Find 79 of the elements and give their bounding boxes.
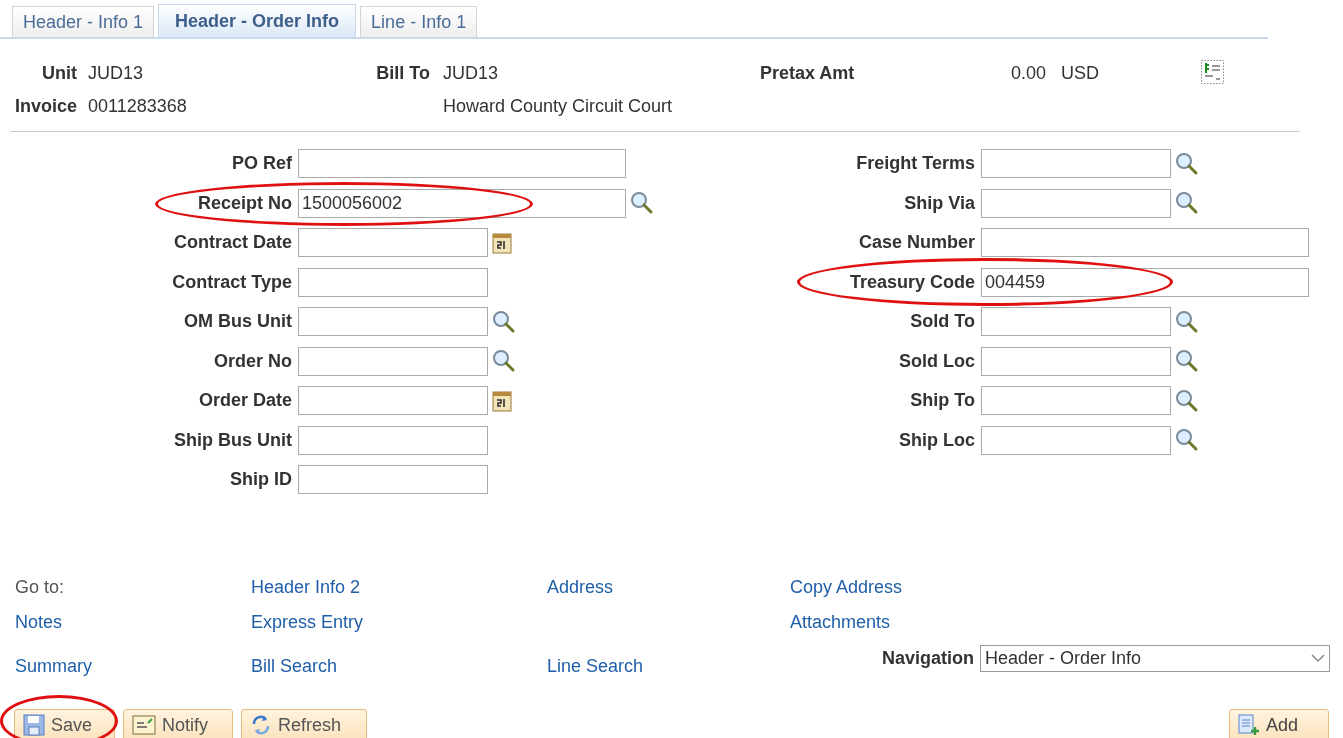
tab[interactable]: Header - Order Info xyxy=(158,4,357,37)
pricing-icon[interactable] xyxy=(1201,60,1224,84)
search-icon[interactable] xyxy=(1175,309,1199,334)
field-value: 0.00 xyxy=(1011,62,1047,85)
input-field[interactable]: 004459 xyxy=(981,267,1309,297)
save-button[interactable]: Save xyxy=(14,709,115,738)
input-field[interactable] xyxy=(981,188,1171,218)
field-label: Pretax Amt xyxy=(760,62,855,85)
notify-button[interactable]: Notify xyxy=(123,709,233,738)
input-field[interactable] xyxy=(981,425,1171,455)
search-icon[interactable] xyxy=(492,309,516,334)
field-label: Ship ID xyxy=(229,468,293,492)
input-field[interactable] xyxy=(298,425,488,455)
link[interactable]: Header Info 2 xyxy=(251,574,361,601)
link[interactable]: Bill Search xyxy=(251,653,338,680)
field-value: JUD13 xyxy=(443,62,499,85)
field-label: Ship Loc xyxy=(898,428,976,452)
field-label: Freight Terms xyxy=(855,152,976,176)
input-field[interactable] xyxy=(298,267,488,297)
field-label: Ship To xyxy=(909,389,976,413)
calendar-icon[interactable] xyxy=(492,388,513,413)
field-value: USD xyxy=(1061,62,1099,85)
input-field[interactable] xyxy=(298,149,626,179)
link[interactable]: Address xyxy=(547,574,614,601)
field-value: 0011283368 xyxy=(88,95,187,118)
search-icon[interactable] xyxy=(1175,191,1199,216)
input-field[interactable] xyxy=(981,307,1171,337)
refresh-icon xyxy=(250,714,272,736)
link[interactable]: Attachments xyxy=(790,609,891,636)
field-label: Ship Via xyxy=(903,191,976,215)
input-field[interactable] xyxy=(298,386,488,416)
field-value: JUD13 xyxy=(88,62,144,85)
field-label: Invoice xyxy=(14,95,77,118)
input-field[interactable] xyxy=(981,386,1171,416)
field-label: Receipt No xyxy=(196,191,293,215)
field-label: Order No xyxy=(213,349,293,373)
field-label: Ship Bus Unit xyxy=(173,428,293,452)
search-icon[interactable] xyxy=(1175,388,1199,413)
chevron-down-icon xyxy=(1311,654,1325,663)
search-icon[interactable] xyxy=(1175,428,1199,453)
field-label: PO Ref xyxy=(231,152,293,176)
link[interactable]: Summary xyxy=(15,653,92,680)
input-field[interactable] xyxy=(981,346,1171,376)
field-value: Howard County Circuit Court xyxy=(443,95,673,118)
tab[interactable]: Line - Info 1 xyxy=(360,6,478,37)
field-label: Contract Type xyxy=(171,270,293,294)
navigation-dropdown[interactable]: Header - Order Info xyxy=(980,645,1330,672)
input-field[interactable]: 1500056002 xyxy=(298,188,626,218)
tab[interactable]: Header - Info 1 xyxy=(12,6,155,37)
search-icon[interactable] xyxy=(630,191,654,216)
field-label: Contract Date xyxy=(172,231,293,255)
search-icon[interactable] xyxy=(1175,349,1199,374)
field-label: Sold Loc xyxy=(898,349,976,373)
field-label: OM Bus Unit xyxy=(183,310,293,334)
add-document-icon xyxy=(1238,714,1260,736)
link[interactable]: Line Search xyxy=(547,653,644,680)
input-field[interactable] xyxy=(298,228,488,258)
field-label: Sold To xyxy=(909,310,976,334)
calendar-icon[interactable] xyxy=(492,230,513,255)
refresh-button[interactable]: Refresh xyxy=(241,709,367,738)
search-icon[interactable] xyxy=(492,349,516,374)
search-icon[interactable] xyxy=(1175,151,1199,176)
goto-label: Go to: xyxy=(15,576,65,599)
input-field[interactable] xyxy=(981,149,1171,179)
field-label: Unit xyxy=(42,62,77,85)
field-label: Order Date xyxy=(197,389,293,413)
input-field[interactable] xyxy=(981,228,1309,258)
input-field[interactable] xyxy=(298,307,488,337)
field-label: Bill To xyxy=(376,62,430,85)
field-label: Case Number xyxy=(857,231,976,255)
note-icon xyxy=(132,715,156,735)
link[interactable]: Notes xyxy=(15,609,63,636)
link[interactable]: Copy Address xyxy=(790,574,903,601)
add-button[interactable]: Add xyxy=(1229,709,1329,738)
navigation-label: Navigation xyxy=(882,647,974,670)
input-field[interactable] xyxy=(298,465,488,495)
link[interactable]: Express Entry xyxy=(251,609,364,636)
input-field[interactable] xyxy=(298,346,488,376)
field-label: Treasury Code xyxy=(848,270,976,294)
